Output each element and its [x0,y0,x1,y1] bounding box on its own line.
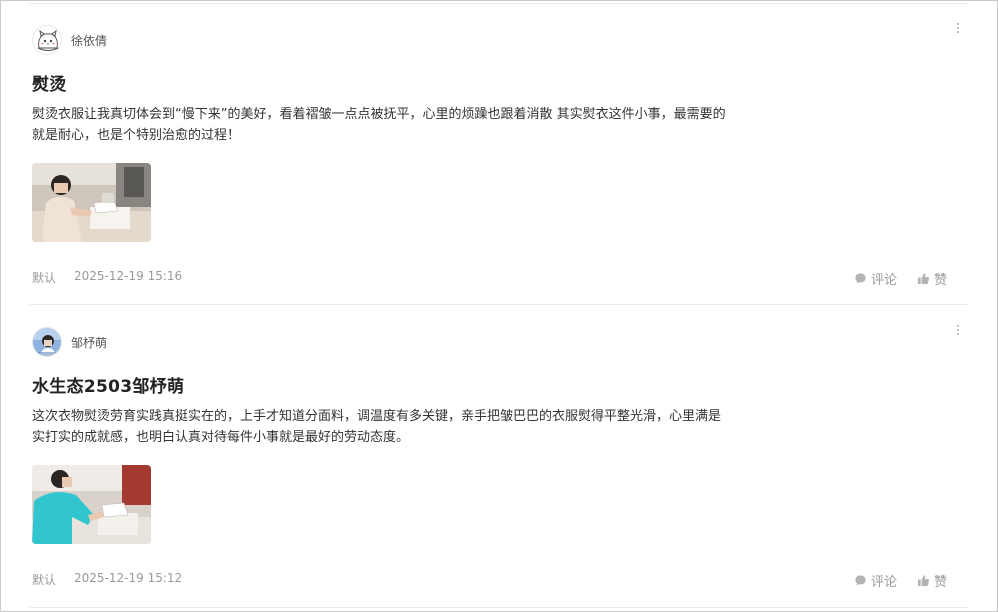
avatar[interactable] [32,25,62,55]
post-image[interactable] [32,465,151,544]
post-body-line: 就是耐心，也是个特别治愈的过程！ [32,128,241,143]
ironing-photo [32,465,151,544]
post-card: 邹杼萌 水生态2503邹杼萌 这次衣物熨烫劳育实践真挺实在的，上手才知道分面料，… [30,306,967,608]
comment-label: 评论 [870,273,897,288]
more-options-icon[interactable] [954,323,962,337]
post-meta: 默认 2025-12-19 15:16 [32,269,182,286]
comment-button[interactable]: 评论 [854,269,897,288]
more-options-icon[interactable] [954,21,962,35]
like-label: 赞 [933,273,947,288]
post-actions: 评论 赞 [834,571,947,590]
comment-icon [855,273,866,284]
post-body-line: 实打实的成就感，也明白认真对待每件小事就是最好的劳动态度。 [32,430,410,445]
post-title[interactable]: 水生态2503邹杼萌 [32,372,184,397]
post-category-tag[interactable]: 默认 [32,269,56,286]
author-row: 邹杼萌 [32,326,107,358]
post-title[interactable]: 熨烫 [32,70,67,95]
post-card: 徐依倩 熨烫 熨烫衣服让我真切体会到“慢下来”的美好，看着褶皱一点点被抚平，心里… [30,4,967,305]
post-body: 熨烫衣服让我真切体会到“慢下来”的美好，看着褶皱一点点被抚平，心里的烦躁也跟着消… [32,104,832,146]
post-meta: 默认 2025-12-19 15:12 [32,571,182,588]
post-category-tag[interactable]: 默认 [32,571,56,588]
cartoon-cat-avatar-icon [33,26,61,54]
avatar[interactable] [32,327,62,357]
thumbs-up-icon [917,575,930,587]
post-body-line: 这次衣物熨烫劳育实践真挺实在的，上手才知道分面料，调温度有多关键，亲手把皱巴巴的… [32,409,722,424]
post-timestamp: 2025-12-19 15:16 [74,269,183,283]
post-timestamp: 2025-12-19 15:12 [74,571,183,585]
post-body-line: 熨烫衣服让我真切体会到“慢下来”的美好，看着褶皱一点点被抚平，心里的烦躁也跟着消… [32,107,726,122]
comment-icon [855,575,866,586]
like-button[interactable]: 赞 [917,571,947,590]
like-label: 赞 [933,575,947,590]
author-row: 徐依倩 [32,24,107,56]
photo-avatar-icon [33,328,61,356]
thumbs-up-icon [917,273,930,285]
author-name[interactable]: 徐依倩 [71,32,107,49]
comment-button[interactable]: 评论 [854,571,897,590]
author-name[interactable]: 邹杼萌 [71,334,107,351]
like-button[interactable]: 赞 [917,269,947,288]
post-actions: 评论 赞 [834,269,947,288]
comment-label: 评论 [870,575,897,590]
ironing-photo [32,163,151,242]
post-image[interactable] [32,163,151,242]
post-body: 这次衣物熨烫劳育实践真挺实在的，上手才知道分面料，调温度有多关键，亲手把皱巴巴的… [32,406,832,448]
